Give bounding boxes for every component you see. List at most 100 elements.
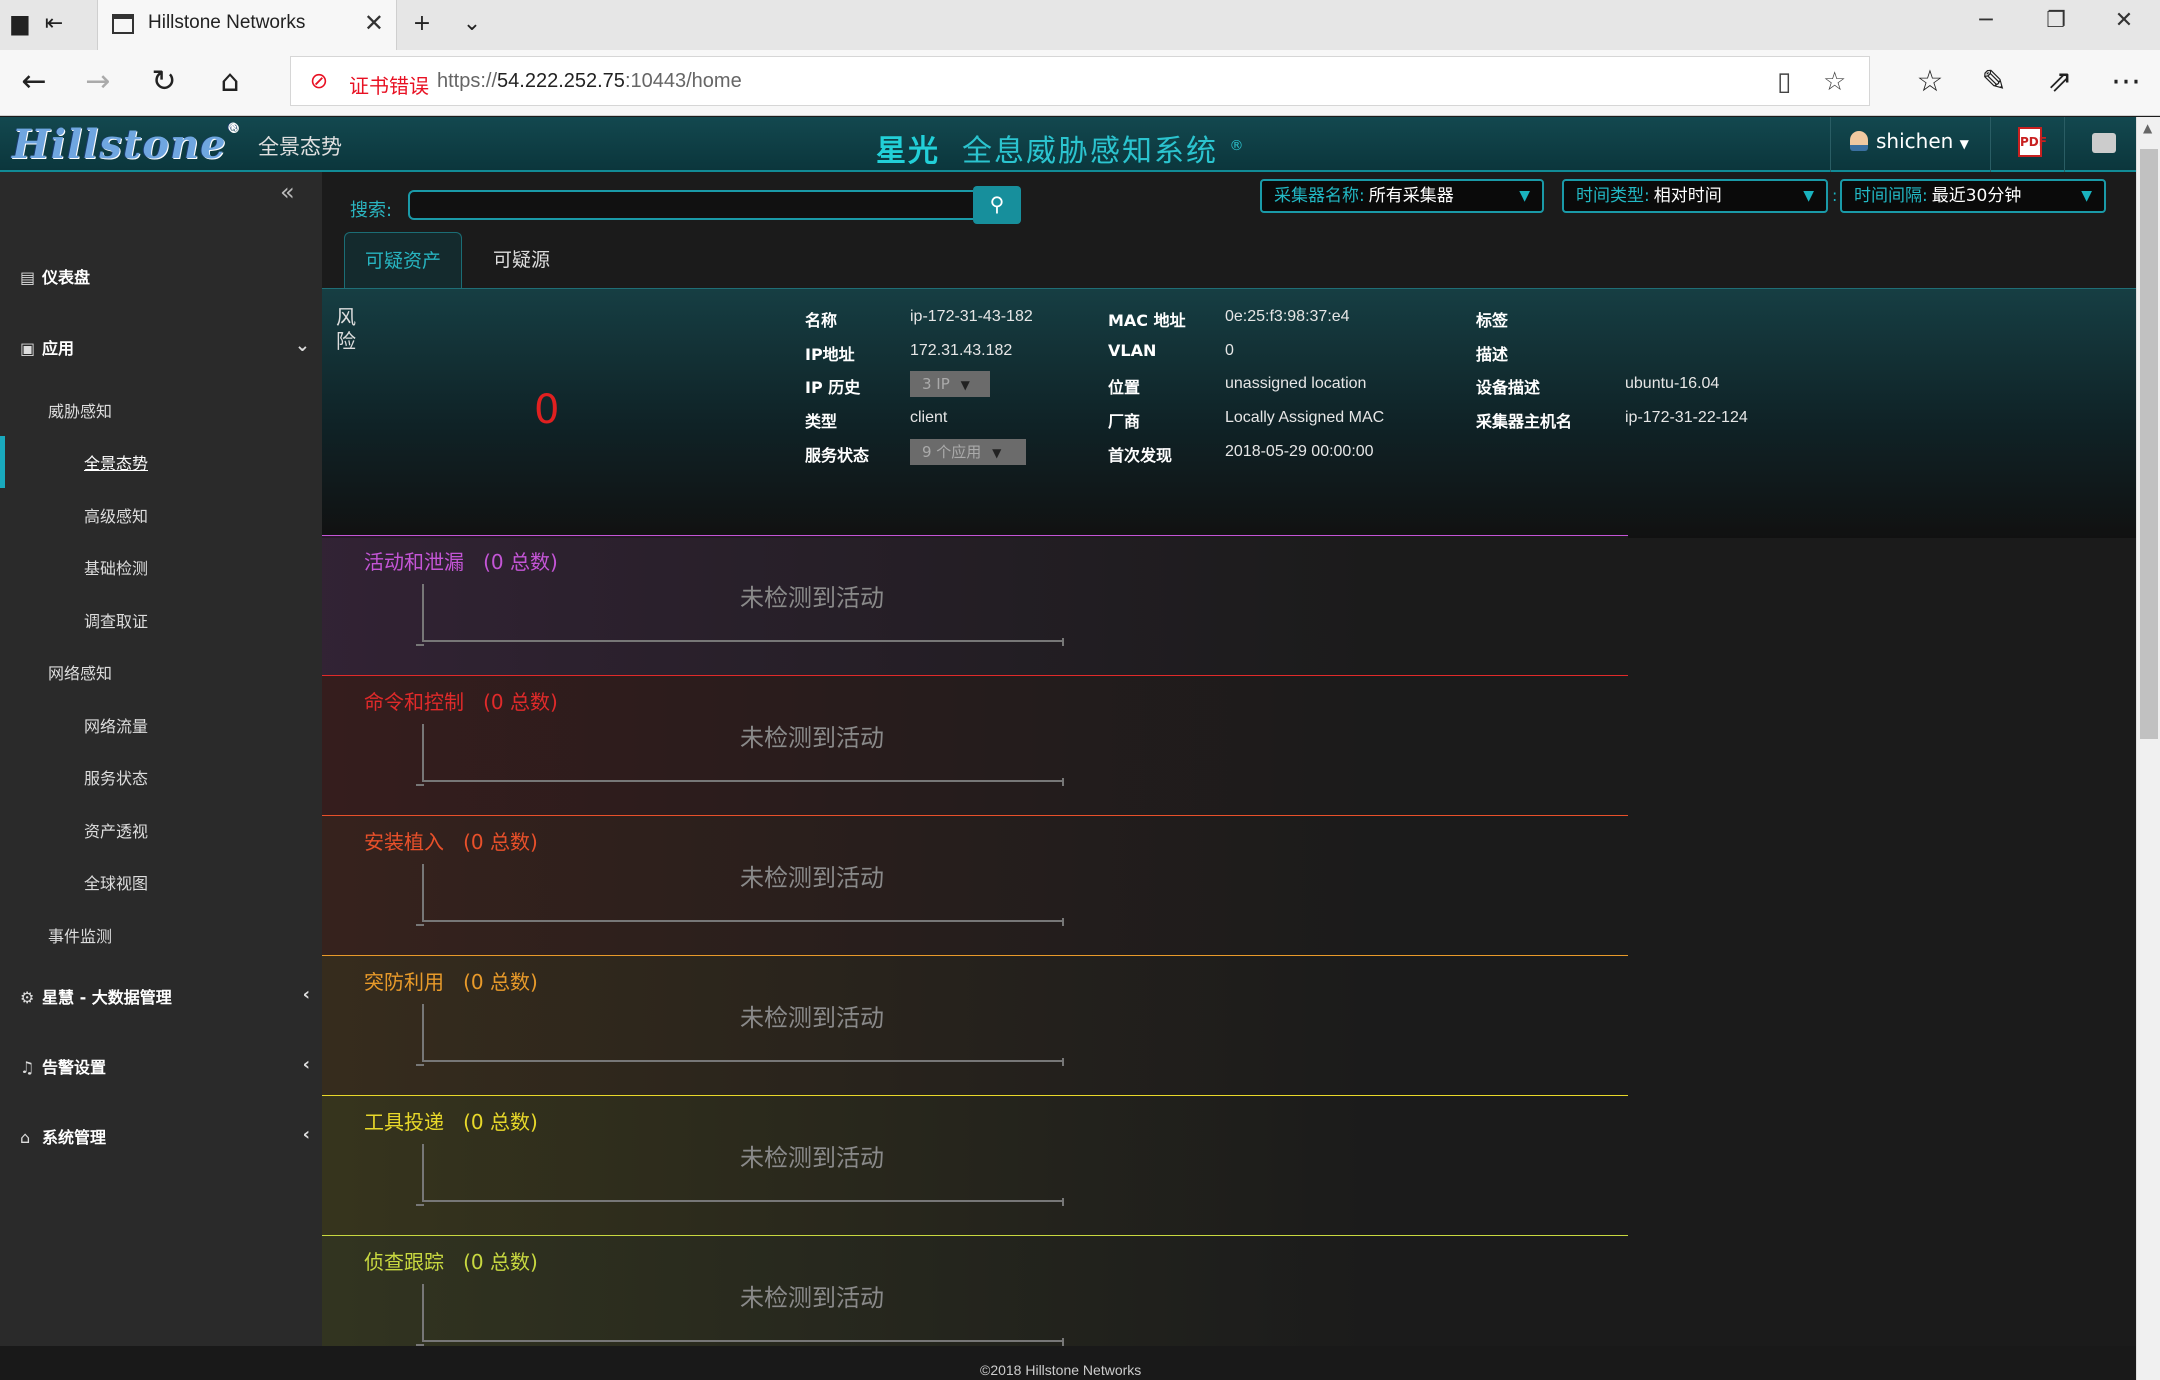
sidebar-item-threat[interactable]: 威胁感知 — [48, 398, 112, 422]
activity-panel: 活动和泄漏 (0 总数) 未检测到活动 — [322, 535, 1628, 676]
cert-warning-shield-icon[interactable]: ⊘ — [307, 69, 331, 95]
sidebar-item-alerts[interactable]: ♫ 告警设置 ‹ — [20, 1054, 310, 1078]
caret-down-icon: ▼ — [960, 378, 970, 392]
vendor-key: 厂商 — [1108, 412, 1141, 431]
back-icon[interactable]: ← — [14, 62, 54, 102]
refresh-icon[interactable]: ↻ — [144, 62, 184, 102]
tab-list-chevron-icon[interactable]: ⌄ — [458, 10, 486, 38]
close-tab-icon[interactable]: ✕ — [364, 9, 384, 37]
minimize-icon[interactable]: ─ — [1966, 8, 2006, 33]
sidebar-item-global-view[interactable]: 全球视图 — [84, 870, 148, 894]
collapse-sidebar-icon[interactable]: « — [280, 178, 295, 206]
bell-icon: ♫ — [20, 1058, 35, 1077]
scrollbar-thumb[interactable] — [2140, 149, 2158, 739]
forward-icon[interactable]: → — [78, 62, 118, 102]
reading-view-icon[interactable]: ▯ — [1777, 67, 1791, 97]
asset-detail-panel: 风险 0 名称 ip-172-31-43-182 IP地址 172.31.43.… — [322, 288, 2136, 538]
name-value: ip-172-31-43-182 — [910, 308, 1033, 325]
nav-overview-link[interactable]: 全景态势 — [258, 131, 342, 161]
activity-title[interactable]: 工具投递 (0 总数) — [364, 1106, 538, 1135]
time-type-select[interactable]: 时间类型: 相对时间 ▼ — [1562, 179, 1828, 213]
tab-suspicious-assets[interactable]: 可疑资产 — [344, 232, 463, 288]
active-indicator — [0, 436, 5, 488]
sidebar-item-network[interactable]: 网络感知 — [48, 660, 112, 684]
share-icon[interactable]: ⇗ — [2040, 62, 2080, 102]
caret-down-icon: ▼ — [1803, 188, 1814, 204]
device-description-value: ubuntu-16.04 — [1625, 375, 1720, 392]
sidebar-item-event-monitor[interactable]: 事件监测 — [48, 923, 112, 947]
favorite-star-icon[interactable]: ☆ — [1823, 67, 1846, 97]
service-status-key: 服务状态 — [805, 446, 870, 465]
header-divider — [2064, 117, 2065, 172]
no-activity-label: 未检测到活动 — [740, 584, 884, 612]
activity-panel: 命令和控制 (0 总数) 未检测到活动 — [322, 675, 1628, 816]
search-label: 搜索: — [350, 200, 393, 221]
set-aside-tabs-icon[interactable]: ⇤ — [40, 10, 68, 38]
ip-history-dropdown[interactable]: 3 IP ▼ — [910, 371, 990, 397]
activity-title[interactable]: 突防利用 (0 总数) — [364, 966, 538, 995]
no-activity-label: 未检测到活动 — [740, 1284, 884, 1312]
collector-select[interactable]: 采集器名称: 所有采集器 ▼ — [1260, 179, 1544, 213]
url-input[interactable]: ⊘ 证书错误 https://54.222.252.75:10443/home … — [290, 56, 1870, 106]
more-icon[interactable]: ⋯ — [2106, 62, 2146, 102]
no-activity-label: 未检测到活动 — [740, 1144, 884, 1172]
vlan-value: 0 — [1225, 342, 1234, 359]
sidebar-item-apps[interactable]: ▣ 应用 ⌄ — [20, 335, 310, 359]
search-input[interactable] — [408, 190, 988, 220]
no-activity-label: 未检测到活动 — [740, 1004, 884, 1032]
page-icon — [112, 14, 134, 34]
sidebar-item-system[interactable]: ⌂ 系统管理 ‹ — [20, 1124, 310, 1148]
user-menu[interactable]: shichen ▼ — [1850, 129, 1969, 153]
main-content: 搜索: ⚲ 采集器名称: 所有采集器 ▼ 时间类型: 相对时间 ▼ : 时间间隔: 最近3… — [322, 172, 2136, 1376]
sidebar-item-traffic[interactable]: 网络流量 — [84, 713, 148, 737]
sidebar-item-dashboard[interactable]: ▤ 仪表盘 — [20, 264, 90, 288]
caret-down-icon: ▼ — [2081, 188, 2092, 204]
dashboard-icon: ▤ — [20, 268, 36, 287]
activity-title[interactable]: 活动和泄漏 (0 总数) — [364, 546, 558, 575]
activity-title[interactable]: 侦查跟踪 (0 总数) — [364, 1246, 538, 1275]
type-key: 类型 — [805, 412, 838, 431]
chevron-left-icon: ‹ — [302, 1124, 310, 1145]
url-text[interactable]: https://54.222.252.75:10443/home — [437, 70, 742, 93]
sidebar-item-forensics[interactable]: 调查取证 — [84, 608, 148, 632]
tab-actions-icon[interactable]: ▆ — [6, 10, 34, 38]
favorites-hub-icon[interactable]: ☆ — [1910, 62, 1950, 102]
activity-title[interactable]: 安装植入 (0 总数) — [364, 826, 538, 855]
tab-suspicious-sources[interactable]: 可疑源 — [473, 232, 570, 288]
vlan-key: VLAN — [1108, 341, 1157, 360]
ip-history-key: IP 历史 — [805, 378, 861, 397]
web-note-icon[interactable]: ✎ — [1974, 62, 2014, 102]
message-icon[interactable] — [2092, 133, 2116, 153]
sidebar-item-basic[interactable]: 基础检测 — [84, 555, 148, 579]
home-icon[interactable]: ⌂ — [210, 62, 250, 102]
time-interval-select[interactable]: 时间间隔: 最近30分钟 ▼ — [1840, 179, 2106, 213]
sidebar-item-asset-view[interactable]: 资产透视 — [84, 818, 148, 842]
risk-label: 风险 — [336, 305, 356, 353]
chevron-left-icon: ‹ — [302, 1054, 310, 1075]
activity-title[interactable]: 命令和控制 (0 总数) — [364, 686, 558, 715]
copyright: ©2018 Hillstone Networks — [980, 1362, 1142, 1378]
type-value: client — [910, 409, 948, 426]
close-window-icon[interactable]: ✕ — [2104, 8, 2144, 33]
new-tab-icon[interactable]: + — [408, 10, 436, 38]
sidebar-item-advanced[interactable]: 高级感知 — [84, 503, 148, 527]
search-button[interactable]: ⚲ — [973, 186, 1021, 224]
collector-host-value: ip-172-31-22-124 — [1625, 409, 1748, 426]
activity-panel: 突防利用 (0 总数) 未检测到活动 — [322, 955, 1628, 1096]
restore-icon[interactable]: ❐ — [2036, 8, 2076, 33]
mac-value: 0e:25:f3:98:37:e4 — [1225, 308, 1350, 325]
page-scrollbar[interactable]: ▲ — [2136, 117, 2160, 1380]
hillstone-logo[interactable]: Hillstone® — [12, 121, 241, 168]
sidebar-item-bigdata[interactable]: ⚙ 星慧 - 大数据管理 ‹ — [20, 984, 310, 1008]
sidebar-item-overview[interactable]: 全景态势 — [84, 450, 148, 474]
scroll-up-icon[interactable]: ▲ — [2143, 121, 2152, 135]
cert-error-label[interactable]: 证书错误 — [349, 70, 429, 99]
system-title: 星光 全息威胁感知系统 ® — [876, 134, 1246, 169]
service-status-dropdown[interactable]: 9 个应用 ▼ — [910, 439, 1026, 465]
caret-down-icon: ▼ — [992, 446, 1002, 460]
pdf-export-icon[interactable]: PDF — [2018, 127, 2047, 157]
mac-key: MAC 地址 — [1108, 311, 1186, 330]
sidebar-item-service-status[interactable]: 服务状态 — [84, 765, 148, 789]
browser-tab[interactable]: Hillstone Networks ✕ — [97, 0, 397, 50]
apps-icon: ▣ — [20, 339, 36, 358]
